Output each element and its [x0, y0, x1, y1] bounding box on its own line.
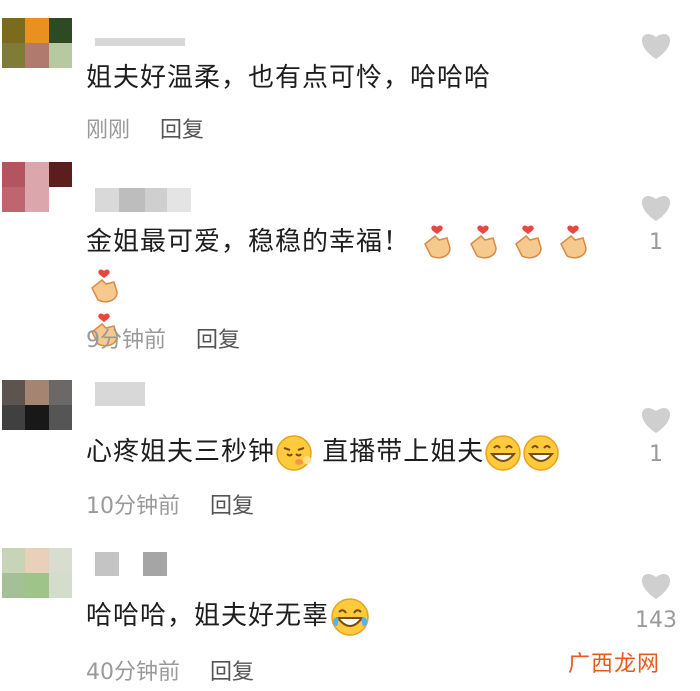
- like-count: 1: [649, 442, 663, 467]
- like-button[interactable]: [632, 30, 680, 94]
- like-button[interactable]: 1: [632, 192, 680, 256]
- comment-text: 姐夫好温柔，也有点可怜，哈哈哈: [86, 63, 492, 93]
- comment-text-body: 金姐最可爱，稳稳的幸福！: [86, 227, 411, 257]
- username-blurred[interactable]: [95, 552, 167, 576]
- reply-button[interactable]: 回复: [160, 112, 204, 144]
- sad-face-emoji-icon: [276, 434, 312, 471]
- reply-button[interactable]: 回复: [210, 654, 254, 686]
- heart-hand-emoji-icon: [91, 269, 118, 302]
- avatar[interactable]: [2, 380, 72, 430]
- comment-text-body: 哈哈哈，姐夫好无辜: [86, 601, 330, 631]
- comment-text-part-a: 心疼姐夫三秒钟: [86, 437, 276, 467]
- comment-time: 40分钟前: [86, 660, 180, 685]
- heart-icon: [641, 408, 671, 433]
- username-blurred[interactable]: [95, 38, 185, 46]
- like-button[interactable]: 143: [632, 570, 680, 634]
- heart-icon: [641, 34, 671, 59]
- comment-time: 10分钟前: [86, 494, 180, 519]
- username-blurred[interactable]: [95, 382, 145, 406]
- like-count: 143: [635, 608, 677, 633]
- laugh-cry-emoji-icon: [331, 597, 369, 636]
- heart-icon: [641, 196, 671, 221]
- comment-meta: 刚刚 回复: [86, 112, 204, 144]
- heart-icon: [641, 574, 671, 599]
- like-button[interactable]: 1: [632, 404, 680, 468]
- avatar[interactable]: [2, 162, 72, 212]
- avatar[interactable]: [2, 548, 72, 598]
- comment-text: 哈哈哈，姐夫好无辜: [86, 594, 626, 638]
- comment-meta: 9分钟前 回复: [86, 322, 240, 354]
- comment-text-part-b: 直播带上姐夫: [322, 437, 485, 467]
- avatar[interactable]: [2, 18, 72, 68]
- heart-hand-emoji-icon: [424, 225, 452, 258]
- comment-time: 刚刚: [86, 118, 131, 143]
- comment-text: 心疼姐夫三秒钟 直播带上姐夫: [86, 430, 626, 474]
- like-count: 1: [649, 230, 663, 255]
- grin-emoji-icon: [485, 434, 522, 471]
- comment-time: 9分钟前: [86, 328, 166, 353]
- comment-meta: 40分钟前 回复: [86, 654, 254, 686]
- username-blurred[interactable]: [95, 188, 191, 212]
- reply-button[interactable]: 回复: [196, 322, 240, 354]
- heart-hand-emoji-icon: [514, 225, 542, 258]
- like-count: [632, 68, 680, 94]
- grin-emoji-icon: [523, 434, 560, 471]
- heart-hand-emoji-icon: [469, 225, 497, 258]
- reply-button[interactable]: 回复: [210, 488, 254, 520]
- watermark: 广西龙网: [568, 652, 661, 677]
- comment-meta: 10分钟前 回复: [86, 488, 254, 520]
- heart-hand-emoji-icon: [560, 225, 587, 258]
